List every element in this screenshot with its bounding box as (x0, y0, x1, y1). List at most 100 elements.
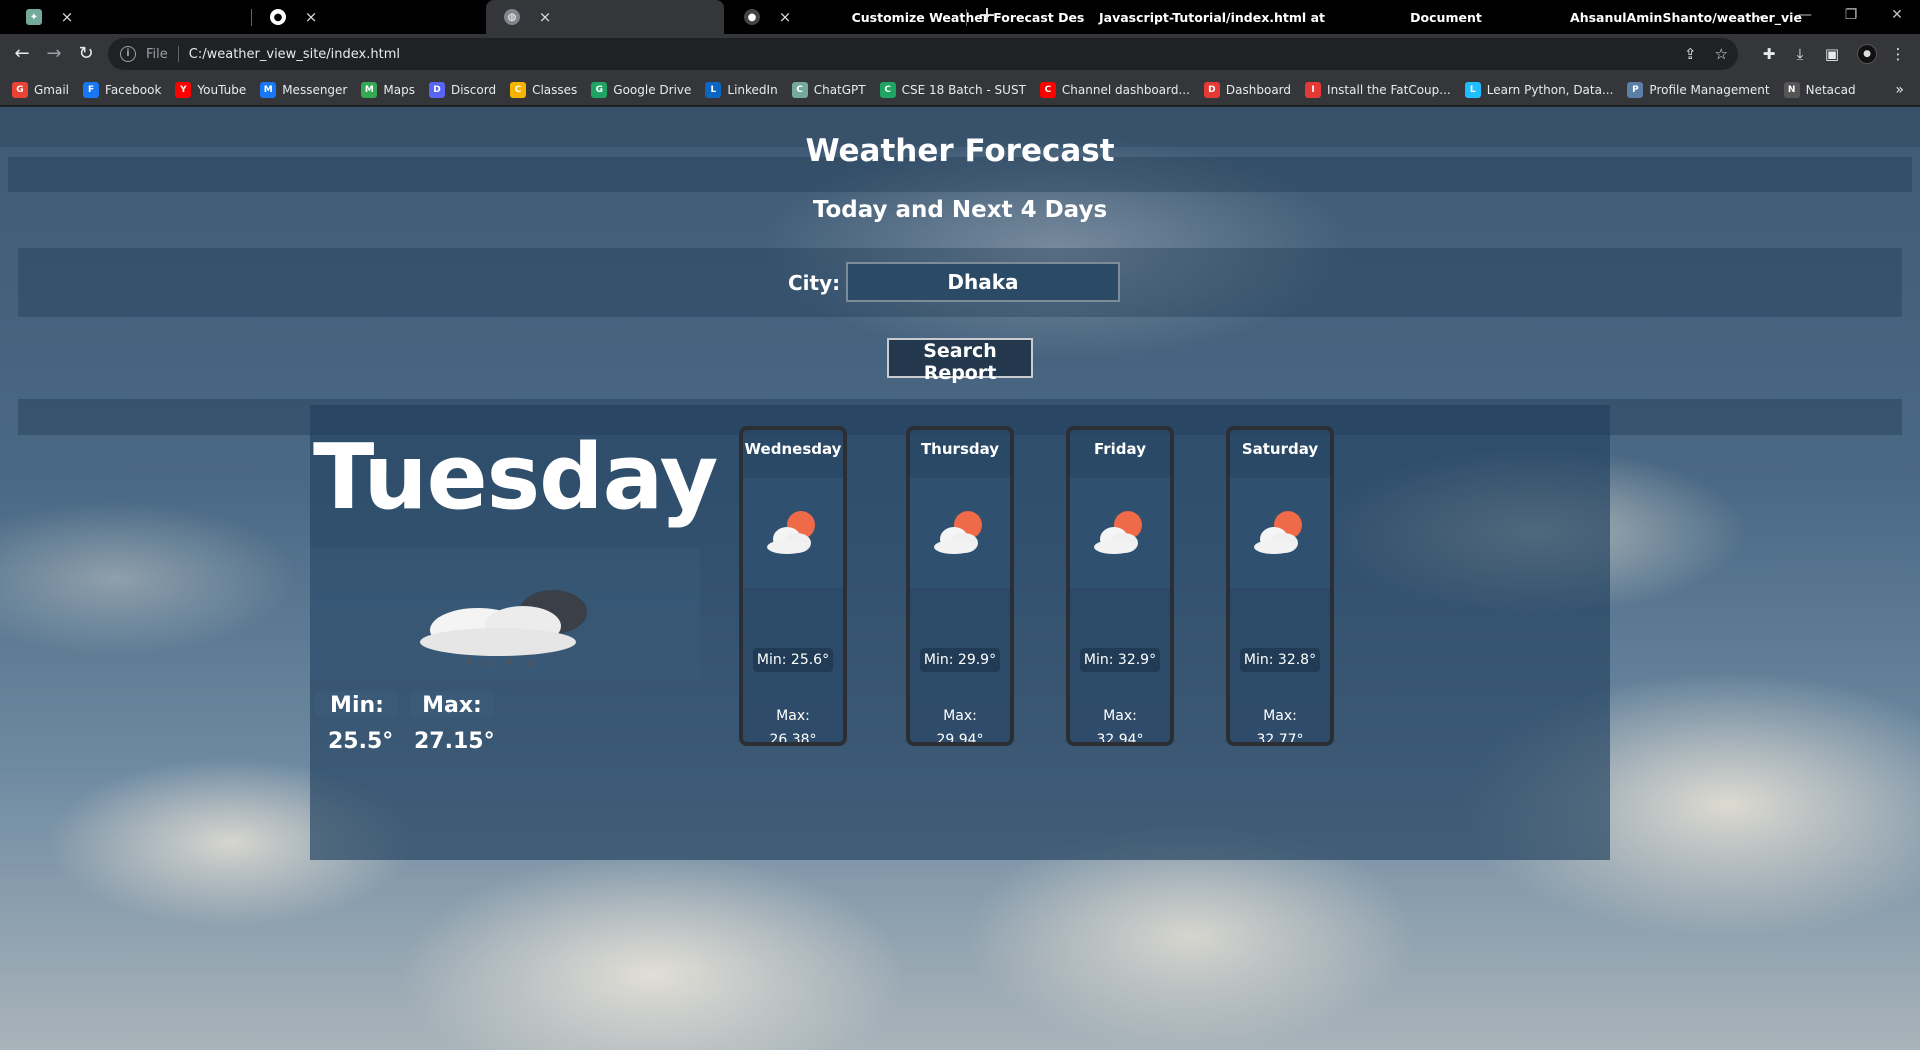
menu-icon[interactable]: ⋮ (1886, 42, 1910, 66)
forecast-day: Saturday (1241, 440, 1319, 458)
drive-icon: C (879, 81, 896, 98)
maps-icon: M (361, 81, 378, 98)
bookmark-label: LinkedIn (727, 82, 778, 97)
site-info-icon[interactable]: i (120, 46, 136, 62)
bookmark-label: Install the FatCoup... (1327, 82, 1451, 97)
forecast-min: Min: 25.6° (753, 648, 833, 672)
partly-cloudy-icon (767, 511, 815, 554)
forecast-card-friday: Friday Min: 32.9° Max: 32.94° (1066, 426, 1174, 746)
profile-avatar[interactable]: ● (1857, 44, 1877, 64)
tab-search-icon[interactable]: ⌄ (1736, 0, 1782, 30)
tab-document[interactable]: ◍ Document × (486, 0, 1482, 34)
tab-strip: ✦ Customize Weather Forecast Des × ● Jav… (0, 0, 1920, 34)
kaggle-icon: L (1464, 81, 1481, 98)
city-input[interactable] (846, 262, 1120, 302)
bookmark-label: Gmail (34, 82, 70, 97)
bookmark-item[interactable]: G Google Drive (591, 81, 692, 98)
bookmark-item[interactable]: C ChatGPT (791, 81, 866, 98)
bookmark-label: Maps (383, 82, 415, 97)
forecast-card-thursday: Thursday Min: 29.9° Max: 29.94° (906, 426, 1014, 746)
forecast-day: Thursday (920, 440, 1000, 458)
forecast-min: Min: 32.8° (1240, 648, 1320, 672)
bookmark-item[interactable]: C CSE 18 Batch - SUST (879, 81, 1026, 98)
forecast-min: Min: 29.9° (920, 648, 1000, 672)
tab-customize-weather[interactable]: ✦ Customize Weather Forecast Des × (8, 0, 1084, 34)
bookmark-item[interactable]: D Discord (428, 81, 497, 98)
partly-cloudy-icon (1254, 511, 1302, 554)
bookmark-star-icon[interactable]: ☆ (1715, 45, 1728, 63)
tab-weather-view-repo[interactable]: ● AhsanulAminShanto/weather_vie × (726, 0, 1802, 34)
bookmark-label: YouTube (197, 82, 247, 97)
new-tab-button[interactable]: + (975, 5, 999, 29)
bookmark-item[interactable]: N Netacad (1783, 81, 1856, 98)
address-bar[interactable]: i File C:/weather_view_site/index.html ⇪… (108, 38, 1738, 70)
bookmark-item[interactable]: M Maps (361, 81, 415, 98)
cloud-rain-icon (420, 590, 587, 667)
bookmark-item[interactable]: C Classes (510, 81, 577, 98)
tab-javascript-tutorial[interactable]: ● Javascript-Tutorial/index.html at × (252, 0, 1325, 34)
forecast-day: Wednesday (744, 440, 842, 458)
bookmark-label: Learn Python, Data... (1486, 82, 1614, 97)
download-icon[interactable]: ⤓ (1788, 42, 1812, 66)
tab-divider (966, 9, 967, 26)
bookmark-label: Netacad (1805, 82, 1856, 97)
extensions-icon[interactable]: ✚ (1757, 42, 1781, 66)
forecast-card-saturday: Saturday Min: 32.8° Max: 32.77° (1226, 426, 1334, 746)
forecast-max: Max: 26.38° (769, 708, 817, 746)
bookmark-item[interactable]: F Facebook (83, 81, 161, 98)
linkedin-icon: L (705, 81, 722, 98)
bookmark-item[interactable]: L Learn Python, Data... (1464, 81, 1614, 98)
fatcoupon-icon: I (1305, 81, 1322, 98)
forward-icon[interactable]: → (42, 42, 66, 66)
partly-cloudy-icon (1094, 511, 1142, 554)
bookmark-label: CSE 18 Batch - SUST (901, 82, 1026, 97)
forecast-card-wednesday: Wednesday Min: 25.6° Max: 26.38° (739, 426, 847, 746)
close-window-icon[interactable]: ✕ (1874, 0, 1920, 30)
url-text[interactable]: C:/weather_view_site/index.html (189, 47, 400, 62)
browser-toolbar: ← → ↻ i File C:/weather_view_site/index.… (0, 34, 1920, 74)
restore-icon[interactable]: ❐ (1828, 0, 1874, 30)
discord-icon: D (428, 81, 445, 98)
bookmark-item[interactable]: D Dashboard (1203, 81, 1291, 98)
today-min-label: Min: (315, 691, 399, 718)
forecast-icon-box (743, 478, 843, 588)
scheme-label: File (146, 46, 168, 62)
minimize-icon[interactable]: — (1782, 0, 1828, 30)
partly-cloudy-icon (934, 511, 982, 554)
side-panel-icon[interactable]: ▣ (1820, 42, 1844, 66)
bookmarks-bar: G Gmail F Facebook Y YouTube M Messenger M Maps D D… (0, 74, 1920, 106)
forecast-day: Friday (1093, 440, 1146, 458)
bookmark-item[interactable]: P Profile Management (1627, 81, 1770, 98)
forecast-icon-box (910, 478, 1010, 588)
bookmark-item[interactable]: L LinkedIn (705, 81, 778, 98)
page-subtitle: Today and Next 4 Days (812, 197, 1108, 223)
bookmark-label: ChatGPT (813, 82, 866, 97)
omnibox-divider (177, 46, 179, 62)
classroom-icon: C (510, 81, 527, 98)
bookmark-item[interactable]: I Install the FatCoup... (1305, 81, 1451, 98)
youtube-icon: C (1039, 81, 1056, 98)
page-title: Weather Forecast (805, 133, 1115, 169)
forecast-max: Max: 29.94° (936, 708, 984, 746)
drive-icon: G (591, 81, 608, 98)
facebook-icon: M (260, 81, 277, 98)
bookmark-item[interactable]: M Messenger (260, 81, 347, 98)
bookmark-label: Google Drive (613, 82, 692, 97)
share-icon[interactable]: ⇪ (1684, 45, 1697, 63)
netacad-icon: N (1783, 81, 1800, 98)
search-report-button[interactable]: Search Report (887, 338, 1033, 384)
today-min-value: 25.5° (328, 729, 394, 754)
more-bookmarks-icon[interactable]: » (1895, 82, 1904, 98)
bookmark-label: Discord (450, 82, 497, 97)
bookmark-item[interactable]: C Channel dashboard... (1039, 81, 1190, 98)
forecast-icon-box (1230, 478, 1330, 588)
back-icon[interactable]: ← (10, 42, 34, 66)
bookmark-item[interactable]: G Gmail (12, 81, 70, 98)
forecast-max: Max: 32.94° (1096, 708, 1144, 746)
today-day: Tuesday (313, 425, 718, 530)
profile-icon: P (1627, 81, 1644, 98)
chatgpt-icon: C (791, 81, 808, 98)
bookmark-item[interactable]: Y YouTube (175, 81, 247, 98)
weather-page: Weather Forecast Today and Next 4 Days C… (0, 107, 1920, 1050)
reload-icon[interactable]: ↻ (74, 42, 98, 66)
